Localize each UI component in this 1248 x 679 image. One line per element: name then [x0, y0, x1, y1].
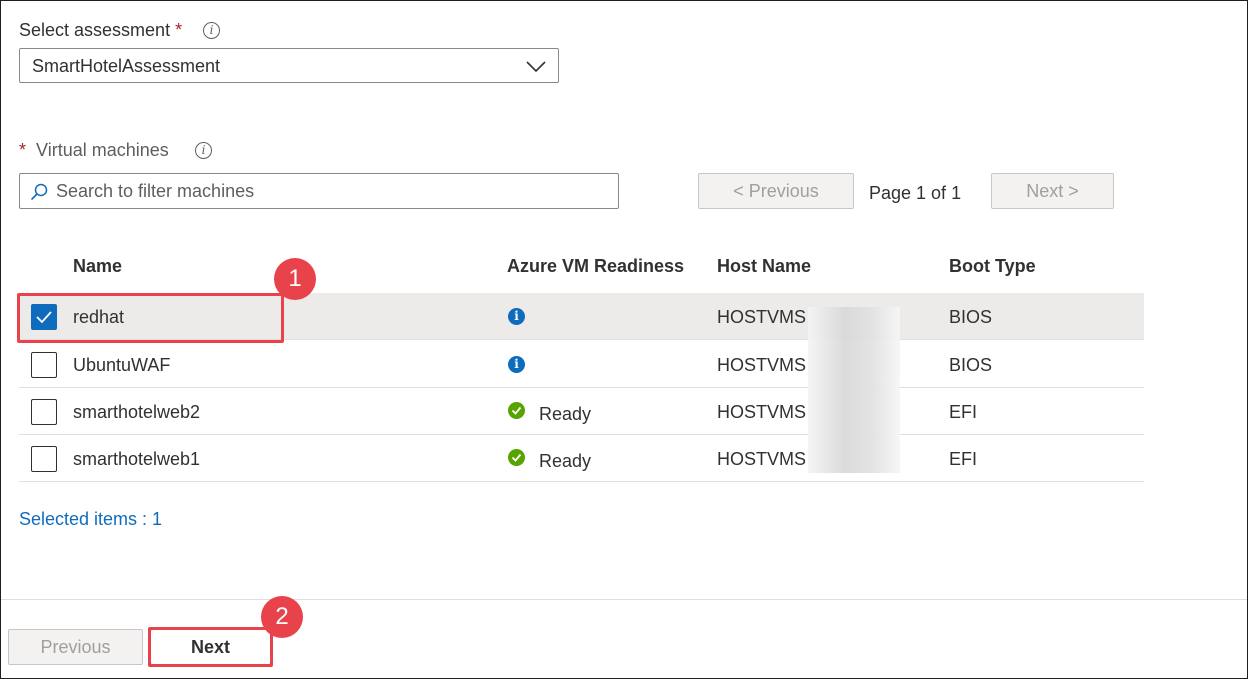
callout-badge-1: 1 — [274, 258, 316, 300]
host-name: HOSTVMS — [717, 307, 807, 327]
column-header-boot[interactable]: Boot Type — [949, 256, 1036, 277]
selected-items-count: Selected items : 1 — [19, 509, 163, 529]
required-mark: * — [19, 140, 27, 160]
check-circle-icon — [508, 449, 525, 466]
column-header-readiness[interactable]: Azure VM Readiness — [507, 256, 684, 277]
host-name: HOSTVMS — [717, 449, 807, 469]
readiness-status: Ready — [539, 451, 592, 471]
previous-button[interactable]: Previous — [8, 629, 143, 665]
assessment-label: Select assessment * — [19, 20, 183, 40]
info-icon[interactable]: i — [203, 22, 220, 39]
host-name: HOSTVMS — [717, 355, 807, 375]
boot-type: EFI — [949, 449, 978, 469]
callout-highlight-1 — [17, 293, 284, 343]
table-row[interactable]: UbuntuWAF i HOSTVMS BIOS — [19, 341, 1144, 388]
info-icon[interactable]: i — [508, 308, 525, 325]
assessment-dropdown[interactable]: SmartHotelAssessment — [19, 48, 559, 83]
row-checkbox[interactable] — [31, 352, 57, 378]
table-row[interactable]: smarthotelweb1 Ready HOSTVMS EFI — [19, 435, 1144, 482]
search-icon — [30, 183, 48, 201]
boot-type: EFI — [949, 402, 978, 422]
redaction-blur — [808, 307, 900, 473]
info-icon[interactable]: i — [508, 356, 525, 373]
readiness-status: Ready — [539, 404, 592, 424]
vm-name: UbuntuWAF — [73, 355, 171, 375]
page-indicator: Page 1 of 1 — [869, 183, 962, 203]
vm-name: smarthotelweb2 — [73, 402, 201, 422]
column-header-host[interactable]: Host Name — [717, 256, 811, 277]
info-icon[interactable]: i — [195, 142, 212, 159]
table-row[interactable]: smarthotelweb2 Ready HOSTVMS EFI — [19, 388, 1144, 435]
boot-type: BIOS — [949, 355, 993, 375]
boot-type: BIOS — [949, 307, 993, 327]
previous-page-button[interactable]: < Previous — [698, 173, 854, 209]
search-box[interactable] — [19, 173, 619, 209]
row-checkbox[interactable] — [31, 446, 57, 472]
callout-highlight-2 — [148, 627, 273, 667]
check-circle-icon — [508, 402, 525, 419]
vms-label: * Virtual machines — [19, 140, 169, 160]
search-input[interactable] — [56, 174, 611, 208]
callout-badge-2: 2 — [261, 596, 303, 638]
vm-name: smarthotelweb1 — [73, 449, 201, 469]
next-page-button[interactable]: Next > — [991, 173, 1114, 209]
row-checkbox[interactable] — [31, 399, 57, 425]
host-name: HOSTVMS — [717, 402, 807, 422]
footer-divider — [1, 599, 1247, 600]
assessment-dropdown-value: SmartHotelAssessment — [32, 56, 221, 76]
chevron-down-icon — [526, 61, 546, 73]
required-mark: * — [175, 20, 183, 40]
column-header-name[interactable]: Name — [73, 256, 122, 277]
